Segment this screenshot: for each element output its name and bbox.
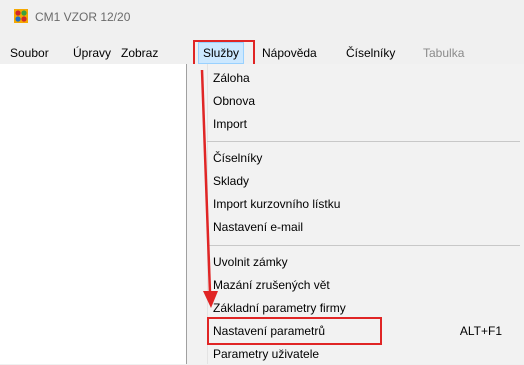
title-bar: CM1 VZOR 12/20 [0,0,524,36]
window-title: CM1 VZOR 12/20 [35,10,131,24]
menu-zobraz[interactable]: Zobraz [121,42,158,64]
menu-tabulka[interactable]: Tabulka [423,42,464,64]
menu-item-ciselniky[interactable]: Číselníky [213,147,262,169]
menu-item-import-kurzovniho-listku[interactable]: Import kurzovního lístku [213,193,340,215]
menu-separator [207,245,520,246]
icon-gutter-divider [207,64,208,364]
menu-item-obnova[interactable]: Obnova [213,90,255,112]
menu-separator [207,141,520,142]
menu-item-zakladni-parametry-firmy[interactable]: Základní parametry firmy [213,297,346,319]
menu-ciselniky[interactable]: Číselníky [346,42,395,64]
menu-upravy[interactable]: Úpravy [73,42,111,64]
menu-item-import[interactable]: Import [213,113,247,135]
menu-bar: Soubor Úpravy Zobraz Služby Nápověda Čís… [0,42,524,64]
workspace-area [0,64,186,364]
menu-item-sklady[interactable]: Sklady [213,170,249,192]
sluzby-dropdown-menu: Záloha Obnova Import Číselníky Sklady Im… [186,64,524,364]
app-logo-icon [14,9,28,23]
menu-item-nastaveni-parametru[interactable]: Nastavení parametrů [213,320,325,342]
menu-item-parametry-uzivatele[interactable]: Parametry uživatele [213,343,319,365]
menu-item-zaloha[interactable]: Záloha [213,67,250,89]
menu-item-nastaveni-email[interactable]: Nastavení e-mail [213,216,303,238]
menu-napoveda[interactable]: Nápověda [262,42,317,64]
menu-sluzby[interactable]: Služby [198,42,245,64]
menu-soubor[interactable]: Soubor [10,42,49,64]
shortcut-alt-f1: ALT+F1 [459,324,502,338]
menu-item-uvolnit-zamky[interactable]: Uvolnit zámky [213,251,288,273]
menu-item-mazani-zrusenych-vet[interactable]: Mazání zrušených vět [213,274,330,296]
